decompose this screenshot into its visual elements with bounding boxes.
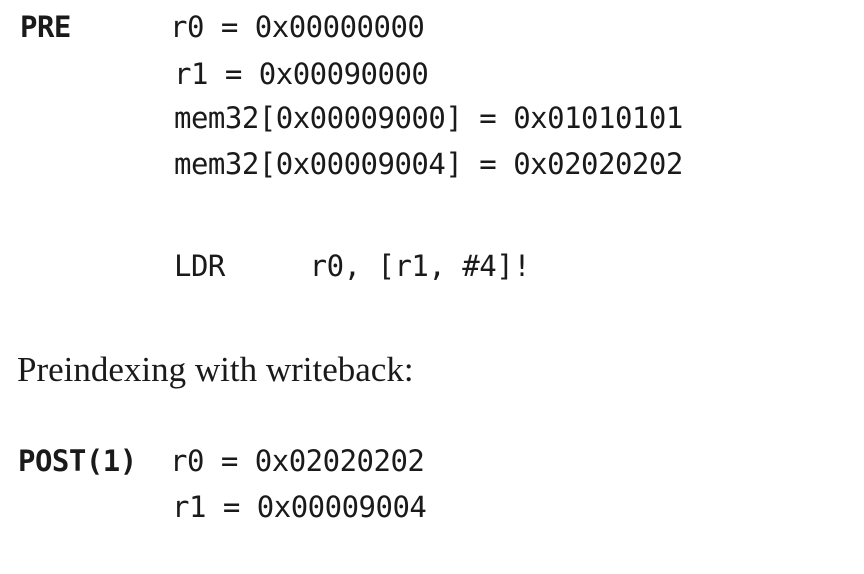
ldr-instruction: LDR r0, [r1, #4]!: [174, 249, 531, 283]
pre-mem32-9004-line: mem32[0x00009004] = 0x02020202: [174, 147, 683, 181]
pre-r1-line: r1 = 0x00090000: [174, 57, 429, 91]
pre-mem32-9000-line: mem32[0x00009000] = 0x01010101: [174, 101, 683, 135]
post-label: POST(1): [18, 444, 137, 478]
pre-label: PRE: [20, 10, 71, 44]
post-r0-line: r0 = 0x02020202: [170, 444, 425, 478]
caption-text: Preindexing with writeback:: [17, 350, 414, 389]
pre-r0-line: r0 = 0x00000000: [170, 10, 425, 44]
post-r1-line: r1 = 0x00009004: [172, 490, 427, 524]
